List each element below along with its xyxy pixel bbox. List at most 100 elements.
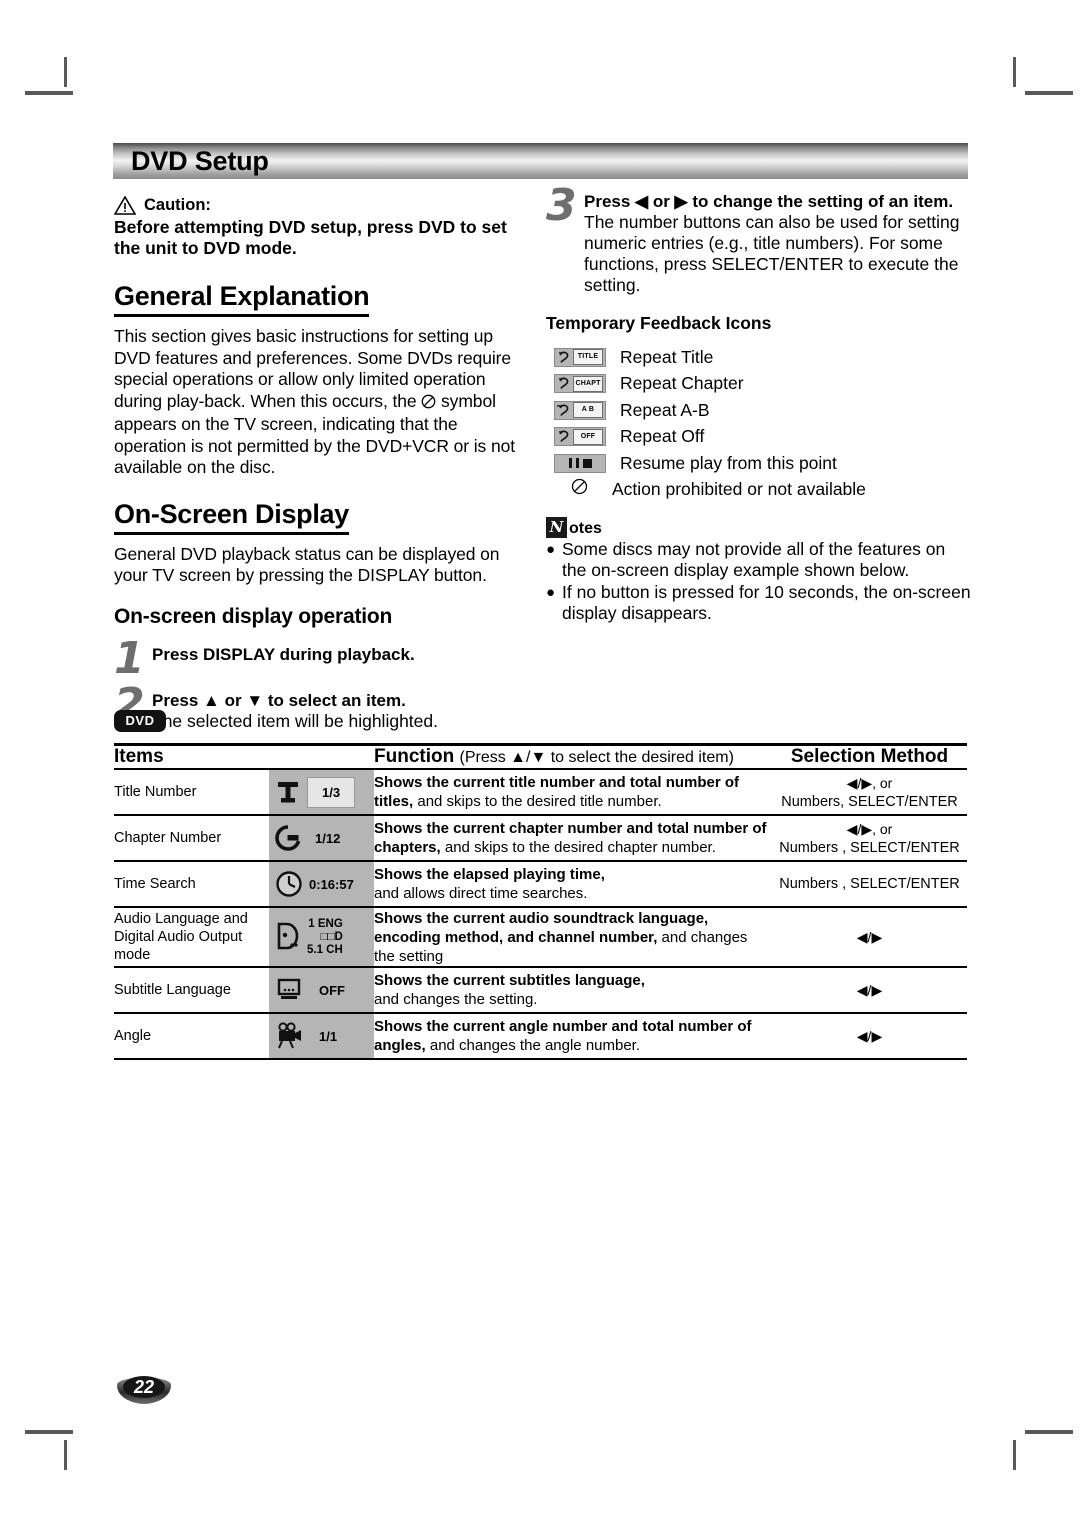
row-item-subtitle-language: Subtitle Language — [114, 966, 269, 1013]
header-function: Function (Press ▲/▼ to select the desire… — [374, 743, 772, 769]
feedback-label: Resume play from this point — [620, 452, 837, 473]
osd-value-line-3: 5.1 CH — [307, 943, 343, 956]
osd-value: 1/3 — [307, 776, 356, 808]
title-number-icon: 1/3 — [269, 768, 374, 815]
row-item-angle: Angle — [114, 1012, 269, 1059]
osd-value-line-1: 1 ENG — [308, 917, 343, 930]
osd-items-table: Items Function (Press ▲/▼ to select the … — [114, 743, 967, 1061]
row-function-angle: Shows the current angle number and total… — [374, 1012, 772, 1059]
function-bold-1: Shows the current angle number and total… — [374, 1018, 752, 1035]
table-row: Audio Language and Digital Audio Output … — [114, 906, 967, 967]
feedback-row-repeat-off: OFF Repeat Off — [546, 424, 971, 451]
function-thin: and changes the setting. — [374, 991, 538, 1008]
warning-triangle-icon — [114, 196, 136, 215]
page-number-badge: 22 — [113, 1371, 175, 1407]
step-2-body: The selected item will be highlighted. — [152, 710, 438, 731]
feedback-icon-list: TITLE Repeat Title CHAPT Repeat Chapter — [546, 344, 971, 503]
row-function-time-search: Shows the elapsed playing time, and allo… — [374, 860, 772, 907]
osd-value: 0:16:57 — [309, 876, 354, 892]
selection-arrows: ◀/▶ — [856, 928, 883, 945]
table-header-row: Items Function (Press ▲/▼ to select the … — [114, 743, 967, 769]
pause-bar-left — [568, 458, 572, 469]
row-function-subtitle-language: Shows the current subtitles language, an… — [374, 966, 772, 1013]
function-thin: and skips to the desired title number. — [413, 793, 662, 810]
resume-play-icon — [546, 453, 620, 473]
chapter-c-glyph — [275, 825, 301, 851]
selection-text: Numbers , SELECT/ENTER — [779, 876, 960, 892]
feedback-label: Repeat Title — [620, 346, 714, 367]
angle-icon: 1/1 — [269, 1012, 374, 1059]
step-2-title: Press ▲ or ▼ to select an item. — [152, 690, 406, 710]
feedback-label: Repeat Off — [620, 426, 705, 447]
caution-body: Before attempting DVD setup, press DVD t… — [114, 217, 507, 258]
feedback-label: Repeat Chapter — [620, 373, 744, 394]
feedback-tag: A B — [573, 402, 603, 419]
crop-mark-bottom-left-vertical — [64, 1440, 67, 1470]
function-bold-1: Shows the current title number and total… — [374, 774, 740, 791]
step-3-body: The number buttons can also be used for … — [584, 212, 960, 295]
header-items: Items — [114, 743, 269, 769]
left-column: Caution: Before attempting DVD setup, pr… — [114, 196, 534, 732]
prohibited-icon — [546, 478, 612, 501]
function-thin: and allows direct time searches. — [374, 885, 588, 902]
on-screen-display-body: General DVD playback status can be displ… — [114, 543, 500, 586]
time-search-icon: 0:16:57 — [269, 860, 374, 907]
function-thin: and skips to the desired chapter number. — [440, 839, 716, 856]
prohibited-icon — [421, 393, 436, 415]
pause-bar-right — [575, 458, 579, 469]
step-3: 3 Press ◀ or ▶ to change the setting of … — [546, 184, 971, 296]
function-bold-2: titles, — [374, 793, 414, 810]
selection-arrows: ◀/▶, or — [846, 774, 893, 791]
row-selection-chapter-number: ◀/▶, or Numbers , SELECT/ENTER — [772, 814, 967, 861]
right-column: 3 Press ◀ or ▶ to change the setting of … — [546, 184, 971, 624]
row-item-title-number: Title Number — [114, 768, 269, 815]
function-bold-1: Shows the elapsed playing time, — [374, 866, 605, 883]
subtitle-screen-glyph — [277, 978, 301, 999]
page-title: DVD Setup — [131, 146, 269, 176]
row-selection-audio-language: ◀/▶ — [772, 906, 967, 967]
row-selection-angle: ◀/▶ — [772, 1012, 967, 1059]
header-selection-method: Selection Method — [772, 743, 967, 769]
row-selection-title-number: ◀/▶, or Numbers, SELECT/ENTER — [772, 768, 967, 815]
table-row: Chapter Number 1/12 Shows the current ch… — [114, 814, 967, 861]
feedback-label: Repeat A-B — [620, 399, 710, 420]
crop-mark-bottom-right-horizontal — [1025, 1430, 1073, 1434]
feedback-row-repeat-ab: A B Repeat A-B — [546, 397, 971, 424]
osd-value-line-2: □□D — [320, 930, 343, 943]
step-3-number: 3 — [546, 180, 577, 231]
clock-glyph — [276, 871, 302, 897]
row-selection-subtitle-language: ◀/▶ — [772, 966, 967, 1013]
table-row: Subtitle Language OFF Shows the current … — [114, 966, 967, 1013]
feedback-row-repeat-title: TITLE Repeat Title — [546, 344, 971, 371]
crop-mark-top-left-horizontal — [25, 91, 73, 95]
table-row: Angle 1/1 Shows the current angle number… — [114, 1012, 967, 1059]
stop-square — [582, 458, 592, 468]
function-bold-1: Shows the current subtitles language, — [374, 972, 645, 989]
osd-value-stack: 1 ENG □□D 5.1 CH — [307, 918, 343, 957]
header-icon-spacer — [269, 743, 374, 769]
header-function-bold: Function — [374, 746, 455, 767]
caution-label: Caution: — [144, 196, 211, 214]
audio-language-icon: 1 ENG □□D 5.1 CH — [269, 906, 374, 967]
repeat-off-icon: OFF — [546, 427, 620, 447]
step-1-title: Press DISPLAY during playback. — [152, 644, 415, 664]
header-function-note: (Press ▲/▼ to select the desired item) — [459, 749, 734, 766]
function-bold-2: chapters, — [374, 839, 441, 856]
row-item-audio-language: Audio Language and Digital Audio Output … — [114, 906, 269, 967]
osd-value: 1/1 — [319, 1028, 338, 1044]
feedback-tag: TITLE — [573, 349, 603, 366]
selection-arrows: ◀/▶ — [856, 981, 883, 998]
heading-on-screen-display: On-Screen Display — [114, 499, 349, 535]
repeat-title-icon: TITLE — [546, 347, 620, 367]
notes-heading-text: otes — [569, 520, 602, 537]
selection-text: Numbers , SELECT/ENTER — [779, 839, 960, 856]
step-2: 2 Press ▲ or ▼ to select an item. The se… — [114, 682, 534, 732]
row-selection-time-search: Numbers , SELECT/ENTER — [772, 860, 967, 907]
document-page: DVD Setup Caution: Before attempting DVD… — [0, 0, 1080, 1527]
step-1: 1 Press DISPLAY during playback. — [114, 636, 534, 680]
subtitle-language-icon: OFF — [269, 966, 374, 1013]
feedback-row-repeat-chapter: CHAPT Repeat Chapter — [546, 371, 971, 398]
notes-header: N otes — [546, 517, 971, 538]
speaker-glyph — [277, 922, 299, 950]
repeat-ab-icon: A B — [546, 400, 620, 420]
